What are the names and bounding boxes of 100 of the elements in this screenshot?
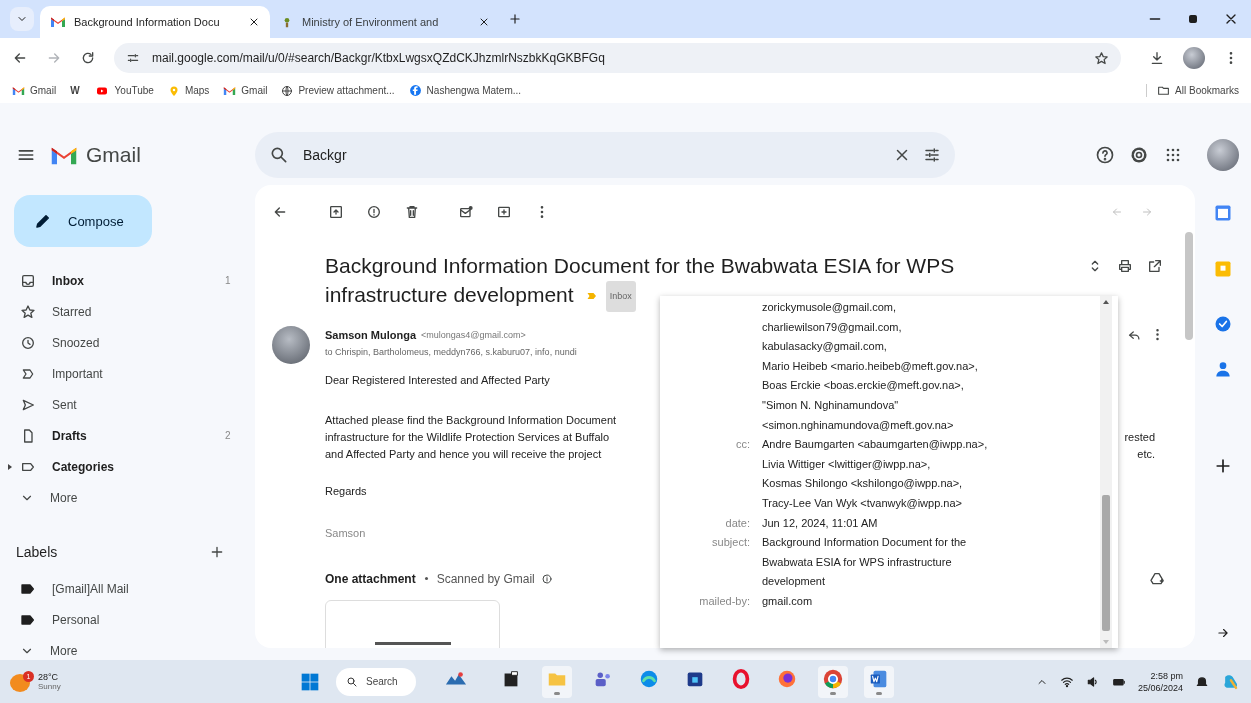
body-text: infrastructure for the Wildlife Protection Services at Buffalo (325, 429, 610, 445)
sidebar-item[interactable]: Drafts 2 (0, 420, 255, 451)
scan-note: Scanned by Gmail (436, 571, 535, 586)
bookmark-folder[interactable]: All Bookmarks (1146, 84, 1239, 97)
scrollbar-track[interactable] (1100, 296, 1112, 648)
search-bar[interactable]: Backgr (255, 132, 955, 178)
field-value: zorickymusole@gmail.com, (762, 300, 898, 315)
field-label: mailed-by: (699, 594, 750, 607)
clock[interactable]: 2:58 pm 25/06/2024 (1137, 669, 1183, 694)
taskbar-app[interactable] (864, 665, 894, 698)
weather-condition: Sunny (38, 682, 61, 691)
attachment-thumbnail[interactable] (325, 599, 500, 648)
bookmark[interactable]: Nashengwa Matem... (408, 84, 522, 97)
scrollbar-thumb[interactable] (1102, 495, 1110, 631)
expand-panel-icon[interactable] (1215, 626, 1230, 640)
sidebar-item[interactable]: Important (0, 358, 255, 389)
field-value: Mario Heibeb <mario.heibeb@meft.gov.na>, (762, 358, 979, 374)
browser-tab[interactable]: Ministry of Environment and (270, 6, 500, 38)
sender-email: <mulongas4@gmail.com> (421, 329, 526, 340)
next-icon (1141, 206, 1153, 218)
trash-icon[interactable] (404, 204, 420, 220)
new-tab-icon[interactable] (508, 12, 522, 26)
field-label: cc: (735, 438, 750, 451)
speaker-icon[interactable] (1085, 674, 1100, 689)
time-text: 2:58 pm (1149, 669, 1183, 682)
closing-text: Regards (325, 483, 367, 499)
bookmark[interactable]: Gmail (223, 85, 268, 96)
sidebar-item[interactable]: Snoozed (0, 327, 255, 358)
help-icon[interactable] (1095, 145, 1115, 165)
download-icon[interactable] (1149, 50, 1165, 66)
browser-tab[interactable]: Background Information Docu (40, 6, 270, 38)
attachment-count: One attachment (325, 571, 416, 586)
bell-icon[interactable] (1195, 674, 1209, 689)
field-value: Tracy-Lee Van Wyk <tvanwyk@iwpp.na> (762, 495, 963, 511)
print-icon[interactable] (1117, 257, 1133, 274)
back-icon[interactable] (12, 50, 28, 66)
sidebar-item[interactable]: Sent (0, 389, 255, 420)
folder-icon (1157, 84, 1171, 97)
circle-logo-icon (822, 668, 844, 690)
field-value: Boas Erckie <boas.erckie@meft.gov.na>, (762, 378, 965, 394)
circle-logo-icon (408, 84, 422, 97)
bookmark[interactable]: YouTube (93, 84, 154, 97)
info-icon[interactable] (540, 572, 553, 585)
envelope-icon[interactable] (458, 204, 474, 220)
move-icon[interactable] (496, 204, 512, 220)
back-icon[interactable] (272, 204, 288, 220)
scroll-up-icon[interactable] (1103, 300, 1109, 304)
bookmark[interactable]: Gmail (12, 85, 57, 96)
body-text: and Affected Party and hence you will receive the project (325, 446, 602, 462)
body-text: rested (1124, 429, 1155, 445)
report-icon[interactable] (366, 204, 382, 220)
address-bar[interactable]: mail.google.com/mail/u/0/#search/Backgr/KtbxLwgsxQZdCKJhzmlrNszbkKqGKBFGq (114, 43, 1121, 73)
open-new-window-icon[interactable] (1147, 257, 1163, 274)
sidebar-item[interactable]: Starred (0, 296, 255, 327)
sender-name: Samson Mulonga (325, 328, 417, 341)
temperature: 28°C (38, 672, 60, 682)
forward-icon (46, 50, 62, 66)
sidebar-item[interactable]: Personal (0, 604, 255, 635)
separator-dot (424, 577, 428, 581)
date-text: 25/06/2024 (1137, 681, 1183, 694)
sidebar-item[interactable]: More (0, 635, 255, 660)
bookmark[interactable]: Maps (167, 84, 210, 97)
scrollbar-thumb[interactable] (1185, 232, 1193, 340)
profile-avatar[interactable] (1183, 47, 1205, 69)
logo-icon (12, 85, 25, 96)
field-label: subject: (712, 536, 750, 549)
settings-icon[interactable] (1129, 145, 1149, 165)
recipients-line[interactable]: to Chrispin, Bartholomeus, meddyn766, s.kaburu07, info, nundi (325, 343, 577, 360)
field-label: date: (725, 516, 750, 529)
logo-icon (50, 16, 66, 28)
compose-button[interactable]: Compose (14, 195, 152, 247)
close-icon[interactable] (478, 16, 490, 28)
account-avatar[interactable] (1207, 139, 1239, 171)
add-label-icon[interactable] (209, 544, 225, 560)
windows-start-icon[interactable] (300, 671, 320, 692)
search-input[interactable]: Backgr (301, 146, 881, 164)
sidebar-item[interactable]: Categories (0, 451, 255, 482)
taskbar-search-field[interactable]: Search (336, 667, 416, 696)
body-text: Attached please find the Background Information Document (325, 412, 617, 428)
bookmark[interactable]: Preview attachment... (281, 84, 395, 97)
sidebar-item[interactable]: Inbox 1 (0, 265, 255, 296)
sidebar-item[interactable]: [Gmail]All Mail (0, 573, 255, 604)
close-icon[interactable] (248, 16, 260, 28)
field-value: Livia Wittiger <lwittiger@iwpp.na>, (762, 456, 932, 472)
globe-icon (776, 668, 798, 690)
clock-icon (20, 334, 36, 351)
sidebar-item[interactable]: More (0, 482, 255, 513)
site-info-icon[interactable] (126, 51, 140, 65)
logo-icon (223, 85, 237, 96)
expand-arrow-icon[interactable] (8, 464, 12, 470)
search-icon[interactable] (269, 145, 289, 165)
section-heading: Labels (16, 544, 58, 560)
bookmark-star-icon[interactable] (1094, 50, 1109, 66)
previous-icon (1111, 206, 1123, 218)
filter-icon[interactable] (923, 146, 941, 164)
signature-text: Samson (325, 525, 366, 541)
label-chip[interactable]: Inbox (605, 280, 636, 312)
bookmark[interactable]: W (70, 85, 80, 96)
archive-icon[interactable] (328, 204, 344, 220)
reload-icon[interactable] (80, 50, 96, 66)
